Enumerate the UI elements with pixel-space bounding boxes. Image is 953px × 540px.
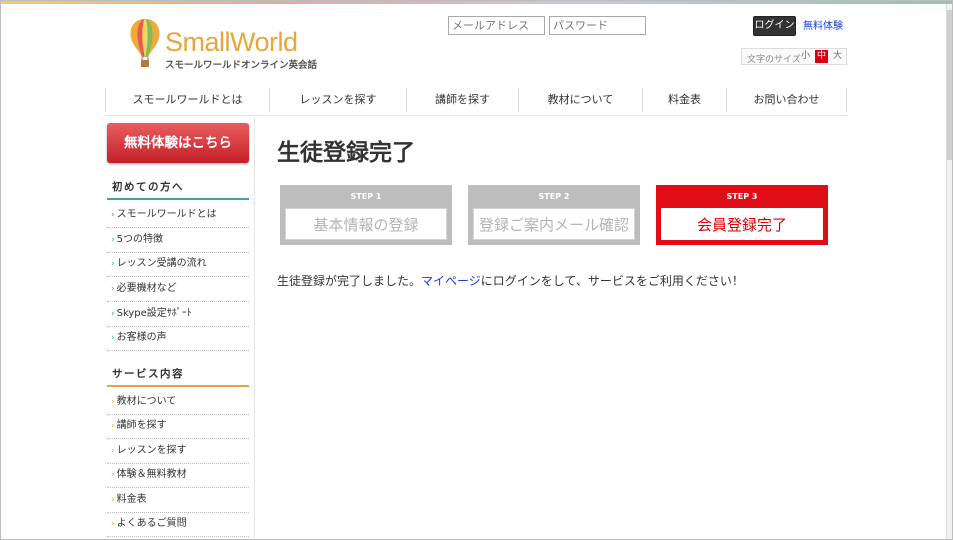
vertical-scrollbar[interactable] bbox=[946, 4, 952, 539]
sidebar-item-materials[interactable]: › 教材について bbox=[107, 390, 249, 415]
sidebar-item-faq[interactable]: › よくあるご質問 bbox=[107, 512, 249, 537]
chevron-right-icon: › bbox=[111, 495, 115, 505]
font-size-medium-button[interactable]: 中 bbox=[815, 50, 828, 63]
step-number: STEP 1 bbox=[350, 192, 382, 201]
browser-frame: SmallWorld スモールワールドオンライン英会話 ログイン 無料体験 文字… bbox=[0, 0, 953, 540]
sidebar-item-label: 体験＆無料教材 bbox=[116, 469, 187, 480]
nav-item-materials[interactable]: 教材について bbox=[518, 88, 642, 112]
sidebar-item-label: 教材について bbox=[116, 396, 177, 407]
free-trial-link[interactable]: 無料体験 bbox=[803, 17, 843, 32]
sidebar-heading-services: サービス内容 bbox=[112, 368, 184, 380]
sidebar-item-label: よくあるご質問 bbox=[116, 518, 187, 529]
step-label: 登録ご案内メール確認 bbox=[473, 208, 635, 240]
chevron-right-icon: › bbox=[111, 333, 115, 343]
nav-item-pricing[interactable]: 料金表 bbox=[642, 88, 726, 112]
main-nav: スモールワールドとは レッスンを探す 講師を探す 教材について 料金表 お問い合… bbox=[105, 88, 847, 112]
sidebar-heading-underline bbox=[107, 385, 249, 387]
font-size-label: 文字のサイズ bbox=[747, 55, 801, 65]
sidebar-item-trial-materials[interactable]: › 体験＆無料教材 bbox=[107, 463, 249, 488]
chevron-right-icon: › bbox=[111, 470, 115, 480]
nav-item-about[interactable]: スモールワールドとは bbox=[105, 88, 269, 112]
nav-item-contact[interactable]: お問い合わせ bbox=[726, 88, 847, 112]
completion-message: 生徒登録が完了しました。マイページにログインをして、サービスをご利用ください！ bbox=[277, 272, 744, 289]
chevron-right-icon: › bbox=[111, 259, 115, 269]
site-logo[interactable]: SmallWorld スモールワールドオンライン英会話 bbox=[127, 17, 317, 73]
step-label: 基本情報の登録 bbox=[285, 208, 447, 240]
sidebar-item-label: 料金表 bbox=[116, 494, 147, 505]
top-stripe bbox=[1, 1, 952, 4]
mypage-link[interactable]: マイページ bbox=[421, 274, 481, 288]
nav-item-teachers[interactable]: 講師を探す bbox=[406, 88, 518, 112]
chevron-right-icon: › bbox=[111, 421, 115, 431]
sidebar-item-testimonials[interactable]: › お客様の声 bbox=[107, 326, 249, 351]
message-text: 生徒登録が完了しました。 bbox=[277, 274, 422, 288]
font-size-large-button[interactable]: 大 bbox=[831, 50, 844, 63]
sidebar-item-about[interactable]: › スモールワールドとは bbox=[107, 203, 249, 228]
logo-tagline: スモールワールドオンライン英会話 bbox=[165, 60, 318, 71]
sidebar-divider bbox=[254, 117, 255, 539]
sidebar-item-label: レッスン受講の流れ bbox=[116, 258, 207, 269]
sidebar-heading-underline bbox=[107, 198, 249, 200]
sidebar-item-pricing[interactable]: › 料金表 bbox=[107, 488, 249, 513]
sidebar-item-label: 必要機材など bbox=[116, 283, 177, 294]
free-trial-button[interactable]: 無料体験はこちら bbox=[107, 123, 249, 163]
step-number: STEP 3 bbox=[726, 192, 758, 201]
step-2: STEP 2 登録ご案内メール確認 bbox=[468, 185, 640, 245]
chevron-right-icon: › bbox=[111, 309, 115, 319]
nav-divider bbox=[105, 115, 847, 116]
sidebar-item-label: Skype設定ｻﾎﾟｰﾄ bbox=[116, 308, 192, 319]
sidebar-heading-beginners: 初めての方へ bbox=[112, 181, 184, 193]
chevron-right-icon: › bbox=[111, 519, 115, 529]
chevron-right-icon: › bbox=[111, 397, 115, 407]
sidebar-item-features[interactable]: › 5つの特徴 bbox=[107, 228, 249, 253]
font-size-switcher: 文字のサイズ 小 中 大 bbox=[741, 48, 847, 65]
password-field[interactable] bbox=[549, 16, 646, 35]
step-1: STEP 1 基本情報の登録 bbox=[280, 185, 452, 245]
page-title: 生徒登録完了 bbox=[277, 140, 415, 166]
step-number: STEP 2 bbox=[538, 192, 570, 201]
chevron-right-icon: › bbox=[111, 235, 115, 245]
message-text: にログインをして、サービスをご利用ください！ bbox=[480, 274, 744, 288]
sidebar-item-label: お客様の声 bbox=[116, 332, 167, 343]
sidebar-item-label: スモールワールドとは bbox=[116, 209, 217, 220]
nav-item-lessons[interactable]: レッスンを探す bbox=[269, 88, 406, 112]
font-size-small-button[interactable]: 小 bbox=[799, 50, 812, 63]
sidebar-item-skype-support[interactable]: › Skype設定ｻﾎﾟｰﾄ bbox=[107, 302, 249, 327]
email-field[interactable] bbox=[448, 16, 545, 35]
hot-air-balloon-icon bbox=[130, 19, 160, 67]
chevron-right-icon: › bbox=[111, 446, 115, 456]
sidebar-item-label: レッスンを探す bbox=[116, 445, 187, 456]
scrollbar-thumb[interactable] bbox=[947, 10, 952, 160]
sidebar-item-teachers[interactable]: › 講師を探す bbox=[107, 414, 249, 439]
step-label: 会員登録完了 bbox=[661, 208, 823, 240]
chevron-right-icon: › bbox=[111, 284, 115, 294]
chevron-right-icon: › bbox=[111, 210, 115, 220]
sidebar-item-lesson-flow[interactable]: › レッスン受講の流れ bbox=[107, 252, 249, 277]
sidebar-item-equipment[interactable]: › 必要機材など bbox=[107, 277, 249, 302]
sidebar-item-lessons[interactable]: › レッスンを探す bbox=[107, 439, 249, 464]
sidebar-item-label: 講師を探す bbox=[116, 420, 167, 431]
sidebar-item-label: 5つの特徴 bbox=[116, 234, 163, 245]
login-button[interactable]: ログイン bbox=[753, 16, 796, 36]
logo-wordmark: SmallWorld bbox=[165, 27, 298, 57]
step-3-current: STEP 3 会員登録完了 bbox=[656, 185, 828, 245]
